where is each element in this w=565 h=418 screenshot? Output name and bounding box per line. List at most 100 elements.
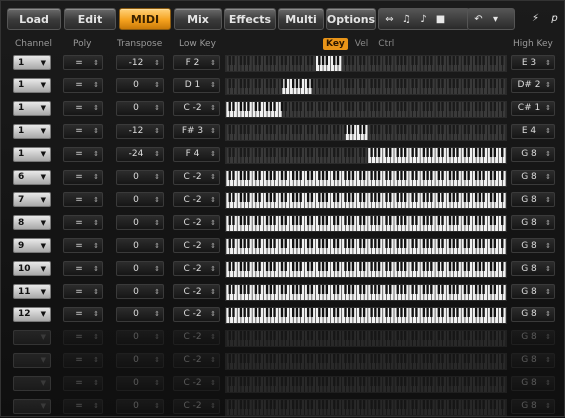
poly-field[interactable]: = ⇕	[63, 329, 103, 345]
key-range-keyboard[interactable]	[225, 352, 507, 370]
spinner-icon[interactable]: ⇕	[154, 219, 160, 227]
music-note-icon[interactable]: ♫	[400, 13, 413, 26]
transpose-field[interactable]: -12 ⇕	[116, 55, 164, 70]
high-key-field[interactable]: E 4 ⇕	[511, 123, 555, 139]
arrows-icon[interactable]: ⇔	[383, 13, 396, 26]
spinner-icon[interactable]: ⇕	[154, 310, 160, 318]
spinner-icon[interactable]: ⇕	[210, 196, 216, 204]
transpose-field[interactable]: 0 ⇕	[116, 215, 164, 231]
poly-field[interactable]: = ⇕	[63, 284, 103, 299]
transpose-field[interactable]: 0 ⇕	[116, 352, 164, 368]
poly-field[interactable]: = ⇕	[63, 55, 103, 70]
single-note-icon[interactable]: ♪	[417, 13, 430, 26]
channel-select[interactable]: 1 ▼	[13, 123, 51, 139]
spinner-icon[interactable]: ⇕	[545, 310, 551, 318]
low-key-field[interactable]: C -2 ⇕	[173, 238, 220, 254]
poly-field[interactable]: = ⇕	[63, 215, 103, 231]
spinner-icon[interactable]: ⇕	[93, 310, 99, 318]
transpose-field[interactable]: 0 ⇕	[116, 306, 164, 322]
spinner-icon[interactable]: ⇕	[210, 310, 216, 318]
spinner-icon[interactable]: ⇕	[93, 81, 99, 89]
spinner-icon[interactable]: ⇕	[545, 104, 551, 112]
transpose-field[interactable]: 0 ⇕	[116, 375, 164, 391]
high-key-field[interactable]: C# 1 ⇕	[511, 100, 555, 116]
spinner-icon[interactable]: ⇕	[93, 402, 99, 410]
poly-field[interactable]: = ⇕	[63, 192, 103, 208]
spinner-icon[interactable]: ⇕	[210, 333, 216, 341]
high-key-field[interactable]: G 8 ⇕	[511, 192, 555, 208]
tab-load[interactable]: Load	[7, 8, 61, 30]
channel-select[interactable]: ▼	[13, 375, 51, 391]
channel-select[interactable]: 6 ▼	[13, 169, 51, 185]
poly-field[interactable]: = ⇕	[63, 306, 103, 322]
low-key-field[interactable]: C -2 ⇕	[173, 261, 220, 277]
high-key-field[interactable]: G 8 ⇕	[511, 169, 555, 185]
save-icon[interactable]: ■	[434, 13, 447, 26]
poly-field[interactable]: = ⇕	[63, 398, 103, 414]
view-vel-button[interactable]: Vel	[352, 38, 372, 50]
key-range-keyboard[interactable]	[225, 77, 507, 95]
low-key-field[interactable]: C -2 ⇕	[173, 398, 220, 414]
channel-select[interactable]: 1 ▼	[13, 55, 51, 70]
spinner-icon[interactable]: ⇕	[93, 356, 99, 364]
spinner-icon[interactable]: ⇕	[154, 402, 160, 410]
spinner-icon[interactable]: ⇕	[154, 242, 160, 250]
channel-select[interactable]: 11 ▼	[13, 284, 51, 299]
help-icon[interactable]: p	[548, 12, 561, 25]
channel-select[interactable]: 1 ▼	[13, 77, 51, 93]
transpose-field[interactable]: 0 ⇕	[116, 169, 164, 185]
transpose-field[interactable]: 0 ⇕	[116, 100, 164, 116]
spinner-icon[interactable]: ⇕	[93, 288, 99, 296]
poly-field[interactable]: = ⇕	[63, 352, 103, 368]
poly-field[interactable]: = ⇕	[63, 77, 103, 93]
transpose-field[interactable]: 0 ⇕	[116, 261, 164, 277]
spinner-icon[interactable]: ⇕	[545, 173, 551, 181]
spinner-icon[interactable]: ⇕	[545, 81, 551, 89]
poly-field[interactable]: = ⇕	[63, 123, 103, 139]
key-range-keyboard[interactable]	[225, 55, 507, 72]
tuning-icon[interactable]: ⚡	[529, 12, 542, 25]
high-key-field[interactable]: G 8 ⇕	[511, 284, 555, 299]
spinner-icon[interactable]: ⇕	[154, 333, 160, 341]
channel-select[interactable]: 12 ▼	[13, 306, 51, 322]
spinner-icon[interactable]: ⇕	[545, 196, 551, 204]
spinner-icon[interactable]: ⇕	[154, 173, 160, 181]
high-key-field[interactable]: G 8 ⇕	[511, 261, 555, 277]
key-range-keyboard[interactable]	[225, 123, 507, 141]
transpose-field[interactable]: 0 ⇕	[116, 398, 164, 414]
channel-select[interactable]: 8 ▼	[13, 215, 51, 231]
spinner-icon[interactable]: ⇕	[210, 288, 216, 296]
low-key-field[interactable]: C -2 ⇕	[173, 169, 220, 185]
dropdown-arrow-icon[interactable]: ▾	[489, 13, 502, 26]
channel-select[interactable]: 1 ▼	[13, 100, 51, 116]
key-range-keyboard[interactable]	[225, 375, 507, 393]
high-key-field[interactable]: G 8 ⇕	[511, 238, 555, 254]
spinner-icon[interactable]: ⇕	[93, 150, 99, 158]
transpose-field[interactable]: 0 ⇕	[116, 284, 164, 299]
poly-field[interactable]: = ⇕	[63, 375, 103, 391]
low-key-field[interactable]: F# 3 ⇕	[173, 123, 220, 139]
transpose-field[interactable]: -12 ⇕	[116, 123, 164, 139]
spinner-icon[interactable]: ⇕	[210, 242, 216, 250]
spinner-icon[interactable]: ⇕	[154, 127, 160, 135]
transpose-field[interactable]: 0 ⇕	[116, 77, 164, 93]
spinner-icon[interactable]: ⇕	[210, 81, 216, 89]
spinner-icon[interactable]: ⇕	[210, 265, 216, 273]
high-key-field[interactable]: G 8 ⇕	[511, 329, 555, 345]
high-key-field[interactable]: E 3 ⇕	[511, 55, 555, 70]
poly-field[interactable]: = ⇕	[63, 169, 103, 185]
spinner-icon[interactable]: ⇕	[93, 219, 99, 227]
view-key-button[interactable]: Key	[323, 38, 348, 50]
channel-select[interactable]: 10 ▼	[13, 261, 51, 277]
high-key-field[interactable]: G 8 ⇕	[511, 146, 555, 162]
spinner-icon[interactable]: ⇕	[545, 242, 551, 250]
spinner-icon[interactable]: ⇕	[154, 356, 160, 364]
channel-select[interactable]: 1 ▼	[13, 146, 51, 162]
low-key-field[interactable]: F 4 ⇕	[173, 146, 220, 162]
spinner-icon[interactable]: ⇕	[93, 104, 99, 112]
key-range-keyboard[interactable]	[225, 261, 507, 279]
spinner-icon[interactable]: ⇕	[210, 379, 216, 387]
high-key-field[interactable]: G 8 ⇕	[511, 352, 555, 368]
high-key-field[interactable]: D# 2 ⇕	[511, 77, 555, 93]
high-key-field[interactable]: G 8 ⇕	[511, 375, 555, 391]
